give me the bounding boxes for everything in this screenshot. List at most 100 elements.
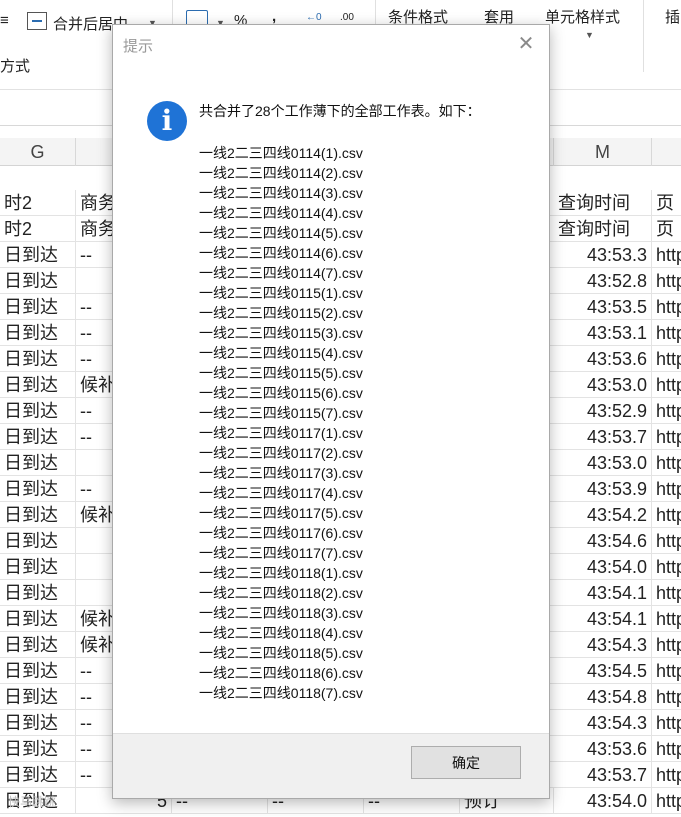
ok-button[interactable]: 确定 xyxy=(411,746,521,779)
cell-m[interactable]: 43:53.6 xyxy=(554,736,652,762)
dialog-message: 共合并了28个工作薄下的全部工作表。如下： xyxy=(199,103,481,119)
cell-m[interactable]: 查询时间 xyxy=(554,216,652,242)
increase-decimal-button[interactable]: ←0 xyxy=(306,12,322,23)
cell-m[interactable]: 43:53.7 xyxy=(554,424,652,450)
file-list-item: 一线2二三四线0118(6).csv xyxy=(199,665,363,681)
insert-button[interactable]: 插 xyxy=(665,6,680,27)
cell-g[interactable]: 日到达 xyxy=(0,268,76,294)
cell-n[interactable]: http xyxy=(652,476,681,502)
cell-g[interactable]: 时2 xyxy=(0,216,76,242)
cell-n[interactable]: http xyxy=(652,294,681,320)
cell-style-chevron-icon[interactable]: ▼ xyxy=(585,30,594,40)
cell-m[interactable]: 43:53.7 xyxy=(554,762,652,788)
cell-n[interactable]: http xyxy=(652,606,681,632)
cell-m[interactable]: 43:54.1 xyxy=(554,606,652,632)
file-list-item: 一线2二三四线0115(1).csv xyxy=(199,285,363,301)
close-icon[interactable]: ✕ xyxy=(515,33,537,55)
cell-g[interactable]: 日到达 xyxy=(0,502,76,528)
cell-m[interactable]: 查询时间 xyxy=(554,190,652,216)
cell-g[interactable]: 日到达 xyxy=(0,294,76,320)
file-list-item: 一线2二三四线0114(5).csv xyxy=(199,225,363,241)
cell-m[interactable]: 43:54.3 xyxy=(554,632,652,658)
file-list-item: 一线2二三四线0114(3).csv xyxy=(199,185,363,201)
cell-g[interactable]: 日到达 xyxy=(0,554,76,580)
cell-m[interactable]: 43:53.3 xyxy=(554,242,652,268)
cell-n[interactable]: http xyxy=(652,320,681,346)
info-icon: i xyxy=(147,101,187,141)
cell-g[interactable]: 日到达 xyxy=(0,606,76,632)
cell-n[interactable]: http xyxy=(652,242,681,268)
cell-m[interactable]: 43:53.5 xyxy=(554,294,652,320)
cell-g[interactable]: 日到达 xyxy=(0,710,76,736)
cell-n[interactable]: http xyxy=(652,684,681,710)
file-list-item: 一线2二三四线0114(6).csv xyxy=(199,245,363,261)
cell-g[interactable]: 日到达 xyxy=(0,632,76,658)
cell-n[interactable]: http xyxy=(652,658,681,684)
cell-g[interactable]: 日到达 xyxy=(0,450,76,476)
cell-m[interactable]: 43:54.5 xyxy=(554,658,652,684)
merge-center-icon[interactable] xyxy=(27,12,47,30)
cell-n[interactable]: http xyxy=(652,424,681,450)
cell-m[interactable]: 43:54.8 xyxy=(554,684,652,710)
cell-m[interactable]: 43:54.2 xyxy=(554,502,652,528)
cell-n[interactable]: http xyxy=(652,502,681,528)
cell-m[interactable]: 43:54.6 xyxy=(554,528,652,554)
cell-n[interactable]: http xyxy=(652,710,681,736)
merge-result-dialog: 提示 ✕ i 共合并了28个工作薄下的全部工作表。如下： 一线2二三四线0114… xyxy=(112,24,550,799)
merged-file-list: 一线2二三四线0114(1).csv 一线2二三四线0114(2).csv 一线2二… xyxy=(199,143,363,703)
cell-n[interactable]: http xyxy=(652,398,681,424)
cell-g[interactable]: 日到达 xyxy=(0,762,76,788)
cell-g[interactable]: 日到达 xyxy=(0,424,76,450)
cell-g[interactable]: 日到达 xyxy=(0,320,76,346)
cell-m[interactable]: 43:54.0 xyxy=(554,788,652,814)
cell-n[interactable]: 页 xyxy=(652,216,681,242)
cell-n[interactable]: http xyxy=(652,736,681,762)
file-list-item: 一线2二三四线0114(7).csv xyxy=(199,265,363,281)
cell-n[interactable]: http xyxy=(652,372,681,398)
cell-n[interactable]: http xyxy=(652,580,681,606)
cell-n[interactable]: 页 xyxy=(652,190,681,216)
cell-g[interactable]: 日到达 xyxy=(0,398,76,424)
cell-m[interactable]: 43:53.0 xyxy=(554,450,652,476)
cell-style-button[interactable]: 单元格样式 xyxy=(545,6,620,27)
cell-g[interactable]: 日到达 xyxy=(0,658,76,684)
file-list-item: 一线2二三四线0118(2).csv xyxy=(199,585,363,601)
cell-m[interactable]: 43:53.9 xyxy=(554,476,652,502)
column-header-g[interactable]: G xyxy=(0,138,76,166)
cell-n[interactable]: http xyxy=(652,268,681,294)
cell-g[interactable]: 日到达 xyxy=(0,580,76,606)
dialog-title: 提示 xyxy=(123,38,154,55)
cell-n[interactable]: http xyxy=(652,528,681,554)
file-list-item: 一线2二三四线0115(3).csv xyxy=(199,325,363,341)
cell-m[interactable]: 43:53.1 xyxy=(554,320,652,346)
cell-g[interactable]: 日到达 xyxy=(0,684,76,710)
cell-m[interactable]: 43:52.8 xyxy=(554,268,652,294)
file-list-item: 一线2二三四线0115(5).csv xyxy=(199,365,363,381)
column-header-m[interactable]: M xyxy=(554,138,652,166)
cell-m[interactable]: 43:53.0 xyxy=(554,372,652,398)
cell-n[interactable]: http xyxy=(652,632,681,658)
cell-g[interactable]: 日到达 xyxy=(0,476,76,502)
cell-n[interactable]: http xyxy=(652,788,681,814)
cell-n[interactable]: http xyxy=(652,554,681,580)
cell-g[interactable]: 日到达 xyxy=(0,528,76,554)
file-list-item: 一线2二三四线0114(4).csv xyxy=(199,205,363,221)
cell-m[interactable]: 43:54.0 xyxy=(554,554,652,580)
cell-g[interactable]: 日到达 xyxy=(0,346,76,372)
cell-n[interactable]: http xyxy=(652,346,681,372)
cell-g[interactable]: 日到达 xyxy=(0,736,76,762)
cell-g[interactable]: 日到达 xyxy=(0,242,76,268)
file-list-item: 一线2二三四线0114(1).csv xyxy=(199,145,363,161)
comma-button[interactable]: , xyxy=(272,8,276,25)
cell-m[interactable]: 43:54.3 xyxy=(554,710,652,736)
cell-g[interactable]: 日到达 xyxy=(0,372,76,398)
decrease-decimal-button[interactable]: .00 xyxy=(340,12,354,23)
column-header-n[interactable] xyxy=(652,138,681,166)
file-list-item: 一线2二三四线0117(7).csv xyxy=(199,545,363,561)
cell-m[interactable]: 43:54.1 xyxy=(554,580,652,606)
cell-n[interactable]: http xyxy=(652,450,681,476)
cell-n[interactable]: http xyxy=(652,762,681,788)
cell-m[interactable]: 43:52.9 xyxy=(554,398,652,424)
cell-g[interactable]: 时2 xyxy=(0,190,76,216)
cell-m[interactable]: 43:53.6 xyxy=(554,346,652,372)
